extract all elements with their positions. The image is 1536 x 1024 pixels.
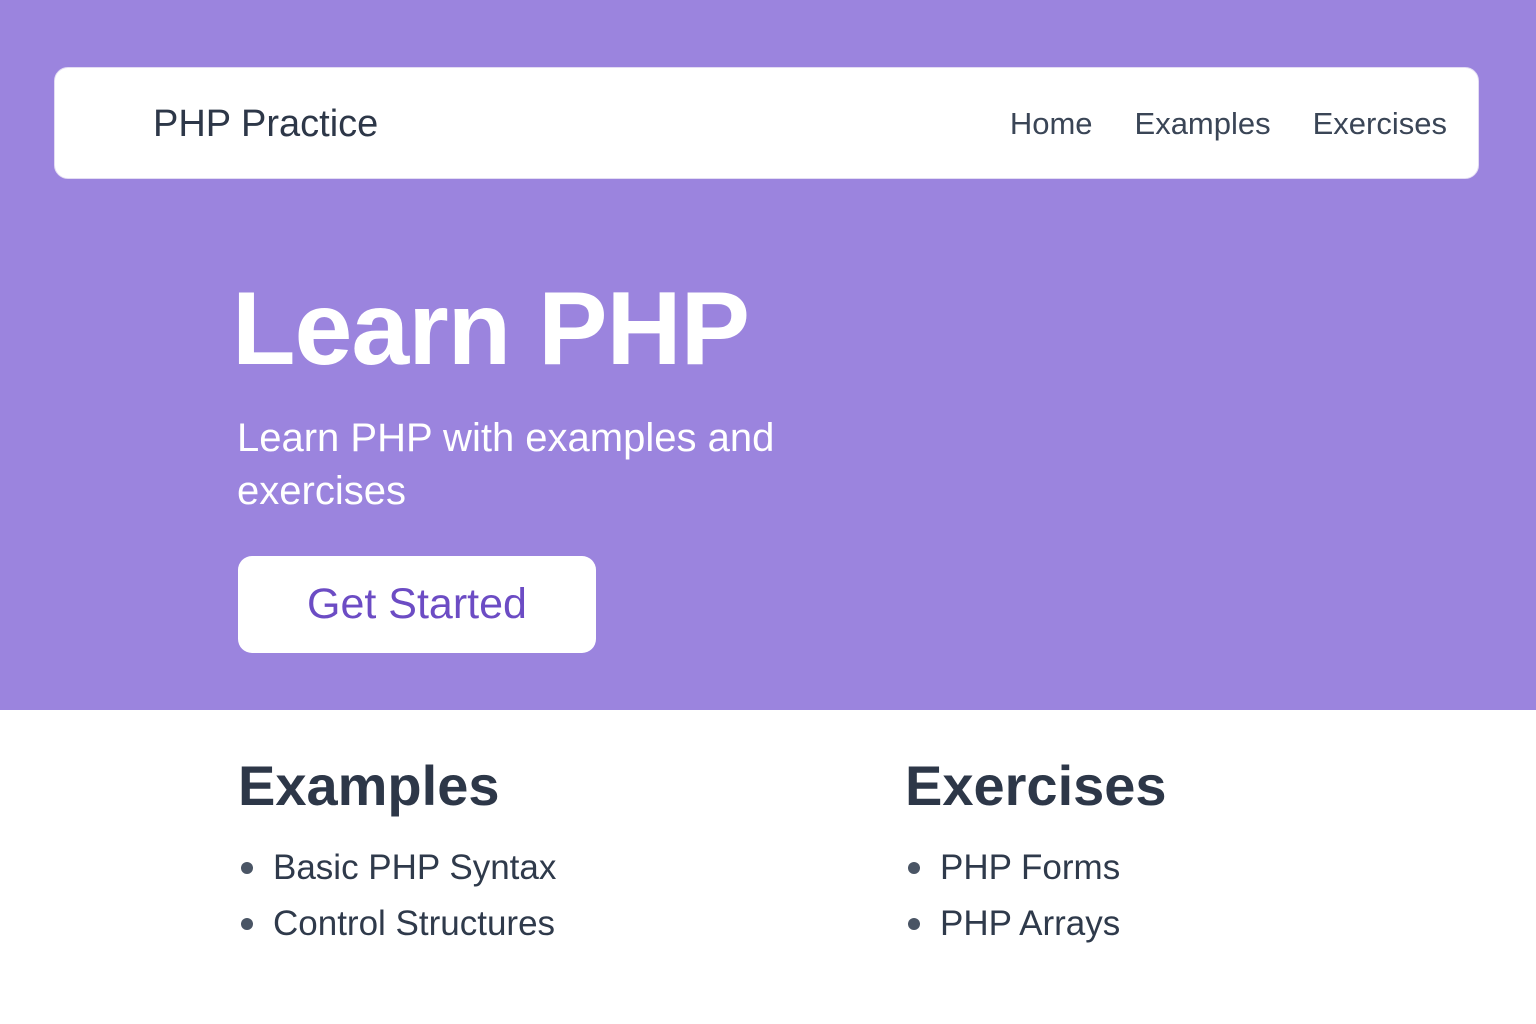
list-item-label: Control Structures: [273, 904, 556, 943]
examples-heading: Examples: [238, 754, 500, 817]
list-item-label: PHP Arrays: [940, 904, 1121, 943]
nav-links: Home Examples Exercises: [1010, 68, 1447, 180]
list-item-control-structures[interactable]: Control Structures: [238, 896, 556, 952]
get-started-button[interactable]: Get Started: [238, 556, 596, 653]
exercises-heading: Exercises: [905, 754, 1167, 817]
exercises-list: PHP Forms PHP Arrays: [905, 840, 1167, 952]
top-navbar: PHP Practice Home Examples Exercises: [54, 67, 1479, 179]
hero-title: Learn PHP: [232, 271, 750, 387]
list-item-label: PHP Forms: [940, 848, 1121, 887]
nav-link-exercises[interactable]: Exercises: [1313, 106, 1447, 142]
brand-logo[interactable]: PHP Practice: [153, 68, 378, 180]
list-item-php-arrays[interactable]: PHP Arrays: [905, 896, 1167, 952]
hero-subtitle: Learn PHP with examples and exercises: [237, 416, 775, 513]
examples-list: Basic PHP Syntax Control Structures: [238, 840, 556, 952]
hero-section: PHP Practice Home Examples Exercises Lea…: [0, 0, 1536, 710]
nav-link-home[interactable]: Home: [1010, 106, 1093, 142]
list-item-basic-php-syntax[interactable]: Basic PHP Syntax: [238, 840, 556, 896]
list-item-label: Basic PHP Syntax: [273, 848, 557, 887]
bullet-icon: [241, 862, 253, 874]
nav-link-examples[interactable]: Examples: [1135, 106, 1271, 142]
bullet-icon: [241, 918, 253, 930]
bullet-icon: [908, 862, 920, 874]
list-item-php-forms[interactable]: PHP Forms: [905, 840, 1167, 896]
examples-section: Examples Basic PHP Syntax Control Struct…: [238, 748, 556, 952]
exercises-section: Exercises PHP Forms PHP Arrays: [905, 748, 1167, 952]
bullet-icon: [908, 918, 920, 930]
